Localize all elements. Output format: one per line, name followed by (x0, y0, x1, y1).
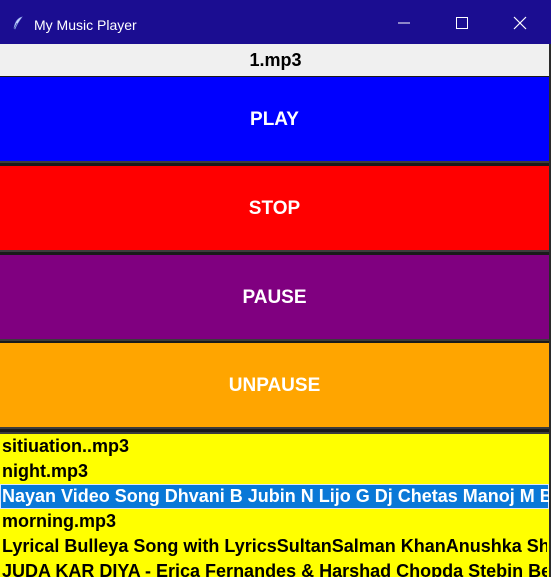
playlist-item[interactable]: sitiuation..mp3 (2, 434, 547, 459)
maximize-icon (456, 17, 468, 29)
title-bar[interactable]: My Music Player (0, 0, 551, 44)
pause-button[interactable]: PAUSE (0, 255, 549, 341)
unpause-button[interactable]: UNPAUSE (0, 343, 549, 429)
feather-icon (13, 16, 23, 30)
maximize-button[interactable] (433, 0, 491, 44)
music-player-window: My Music Player 1.mp3 PLAY STOP PAUSE UN… (0, 0, 551, 577)
playlist-item[interactable]: Lyrical Bulleya Song with LyricsSultanSa… (2, 534, 547, 559)
close-button[interactable] (491, 0, 549, 44)
playlist-listbox[interactable]: sitiuation..mp3 night.mp3 Nayan Video So… (0, 432, 549, 577)
window-title: My Music Player (34, 17, 137, 33)
current-song-label: 1.mp3 (0, 44, 551, 76)
playlist-item[interactable]: night.mp3 (2, 459, 547, 484)
playlist-item[interactable]: morning.mp3 (2, 509, 547, 534)
close-icon (513, 16, 527, 30)
stop-button[interactable]: STOP (0, 166, 549, 252)
minimize-icon (398, 22, 410, 24)
playlist-item[interactable]: Nayan Video Song Dhvani B Jubin N Lijo G… (0, 484, 549, 509)
play-button[interactable]: PLAY (0, 77, 549, 163)
playlist-item[interactable]: JUDA KAR DIYA - Erica Fernandes & Harsha… (2, 559, 547, 577)
minimize-button[interactable] (375, 0, 433, 44)
